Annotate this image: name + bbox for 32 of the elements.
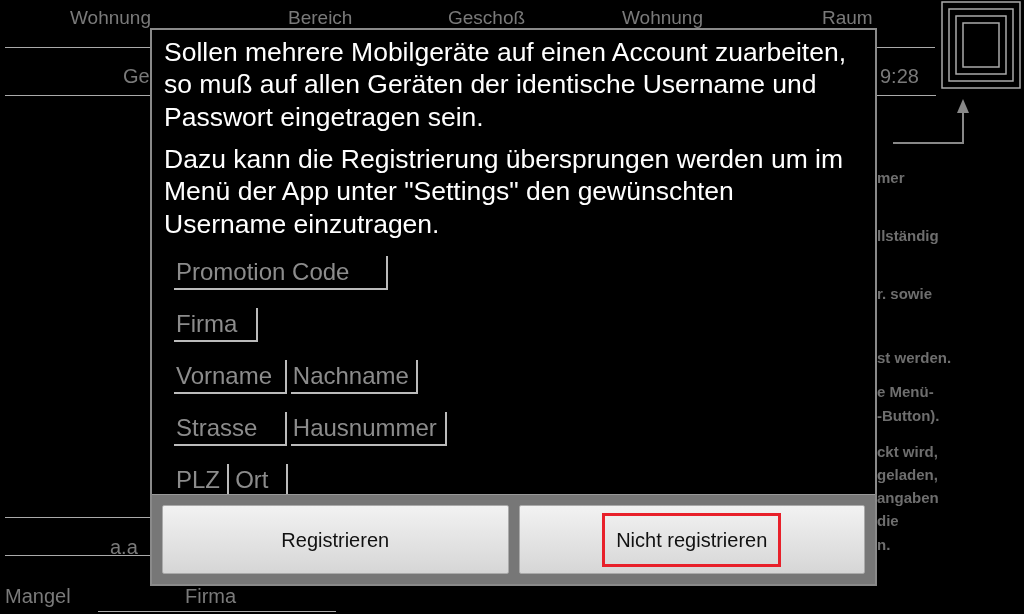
input-field[interactable]: Strasse [174,411,287,446]
field-label: Mangel [5,586,71,606]
field-value: Ge [123,66,150,86]
input-field[interactable]: Vorname [174,359,287,394]
help-text: mer [877,170,905,185]
dialog-button[interactable]: Registrieren [162,505,509,574]
column-header: Wohnung [622,8,703,27]
column-header: Bereich [288,8,353,27]
column-header: Raum [822,8,873,27]
logo-icon [941,1,1021,89]
help-text: -Button). [877,408,940,423]
help-text: r. sowie [877,286,933,301]
help-text: llständig [877,228,939,243]
input-field[interactable]: Promotion Code [174,255,388,290]
dialog-button[interactable]: Nicht registrieren [518,505,865,574]
help-text: geladen, [877,467,938,482]
help-text: angaben [877,490,939,505]
help-text: die [877,513,899,528]
input-field[interactable]: Nachname [290,359,418,394]
column-header: Geschoß [448,8,526,27]
dialog-message: Dazu kann die Registrierung übersprungen werden um im Menü der App unter "Settings" den gewünschten Username einzutragen. [164,143,845,240]
column-header: Wohnung [70,8,151,27]
help-text: e Menü- [877,384,934,399]
help-text: ckt wird, [877,444,938,459]
help-text: n. [877,537,891,552]
field-value: a.a [110,537,138,557]
dialog-message: Sollen mehrere Mobilgeräte auf einen Account zuarbeiten, so muß auf allen Geräten der identische Username und Passwort eingetragen sein. [164,36,848,133]
field-label: Firma [185,586,237,606]
input-field[interactable]: Hausnummer [290,411,447,446]
field-value: 9:28 [880,66,919,86]
help-text: st werden. [877,350,952,365]
input-field[interactable]: Firma [174,307,258,342]
